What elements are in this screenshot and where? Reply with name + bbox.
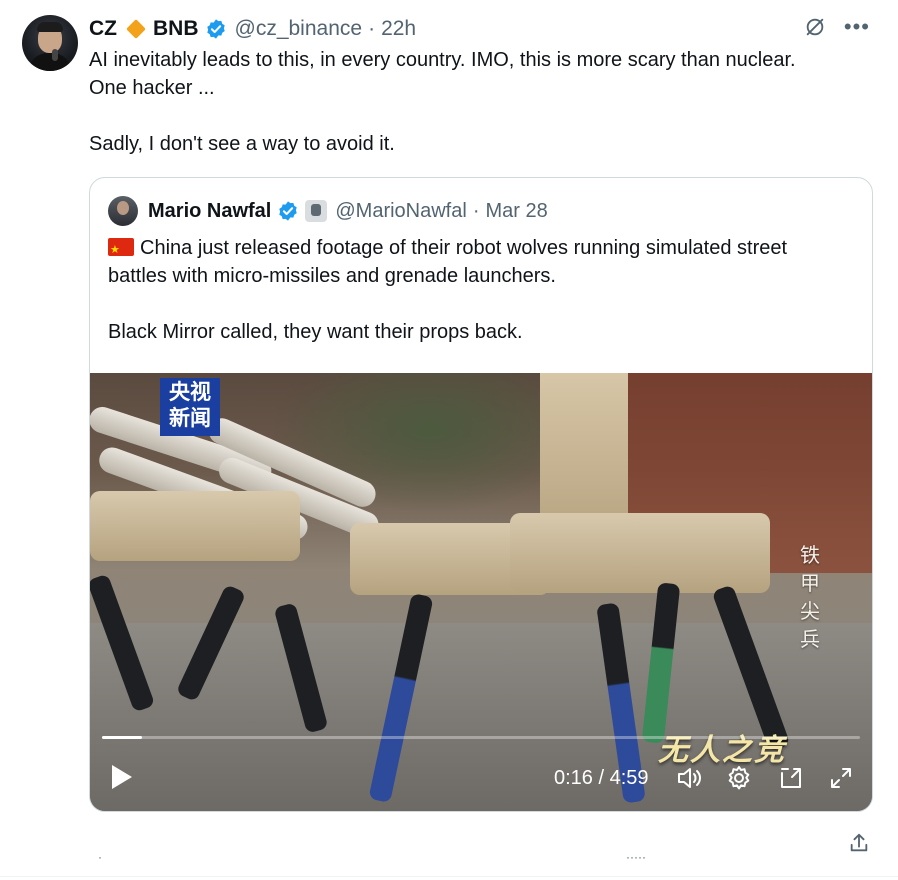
settings-icon[interactable] — [726, 765, 752, 791]
quoted-text-body: China just released footage of their rob… — [108, 237, 788, 343]
author-tag[interactable]: BNB — [153, 17, 199, 41]
china-flag-icon — [108, 236, 134, 264]
video-progress-fill — [102, 736, 143, 739]
quoted-header: Mario Nawfal @MarioNawfal · Mar 28 — [108, 196, 548, 226]
robot-mast — [540, 373, 628, 513]
pip-icon[interactable] — [778, 765, 804, 791]
tweet-header: CZ BNB @cz_binance · 22h — [89, 15, 416, 43]
verified-icon — [279, 201, 298, 221]
quoted-text: China just released footage of their rob… — [108, 234, 858, 346]
tweet-footer: · ····· — [0, 826, 898, 880]
volume-icon[interactable] — [676, 765, 702, 791]
video-time-separator: / — [592, 767, 610, 789]
separator-dot: · — [368, 17, 376, 40]
play-icon[interactable] — [112, 765, 132, 789]
quoted-handle[interactable]: @MarioNawfal — [335, 200, 466, 223]
cctv-logo-line2: 新闻 — [169, 407, 211, 430]
grok-icon[interactable] — [804, 16, 826, 38]
video-player[interactable]: 央视 新闻 铁甲尖兵 无人之竞 0:16 / 4:59 — [90, 373, 872, 811]
tweet-text: AI inevitably leads to this, in every co… — [89, 49, 796, 155]
video-current-time: 0:16 — [554, 767, 593, 789]
author-handle[interactable]: @cz_binance — [235, 17, 363, 41]
robot-body — [510, 513, 770, 593]
quoted-author-name[interactable]: Mario Nawfal — [148, 200, 271, 223]
quoted-avatar[interactable] — [108, 196, 138, 226]
bnb-diamond-icon — [126, 19, 146, 39]
fullscreen-icon[interactable] — [828, 765, 854, 791]
author-name[interactable]: CZ — [89, 17, 117, 41]
video-duration: 4:59 — [609, 767, 649, 789]
footer-mark: · — [98, 850, 102, 864]
separator-dot: · — [472, 199, 480, 222]
vertical-caption: 铁甲尖兵 — [800, 543, 820, 651]
divider — [0, 876, 898, 877]
video-controls: 0:16 / 4:59 — [90, 753, 872, 799]
verified-icon — [206, 19, 225, 39]
author-avatar[interactable] — [22, 15, 78, 71]
video-time: 0:16 / 4:59 — [554, 767, 649, 790]
affiliate-badge-icon — [305, 200, 328, 222]
footer-mark: ····· — [626, 850, 646, 864]
more-icon[interactable]: ••• — [844, 16, 870, 38]
tweet-actions-top: ••• — [804, 16, 870, 38]
video-progress-bar[interactable] — [102, 736, 860, 739]
cctv-news-logo: 央视 新闻 — [160, 378, 220, 436]
quoted-date[interactable]: Mar 28 — [485, 200, 547, 223]
cctv-logo-line1: 央视 — [169, 381, 211, 404]
robot-body — [90, 491, 300, 561]
quoted-tweet[interactable]: Mario Nawfal @MarioNawfal · Mar 28 China… — [89, 177, 873, 812]
share-icon[interactable] — [848, 832, 870, 854]
tweet-time[interactable]: 22h — [381, 17, 416, 41]
